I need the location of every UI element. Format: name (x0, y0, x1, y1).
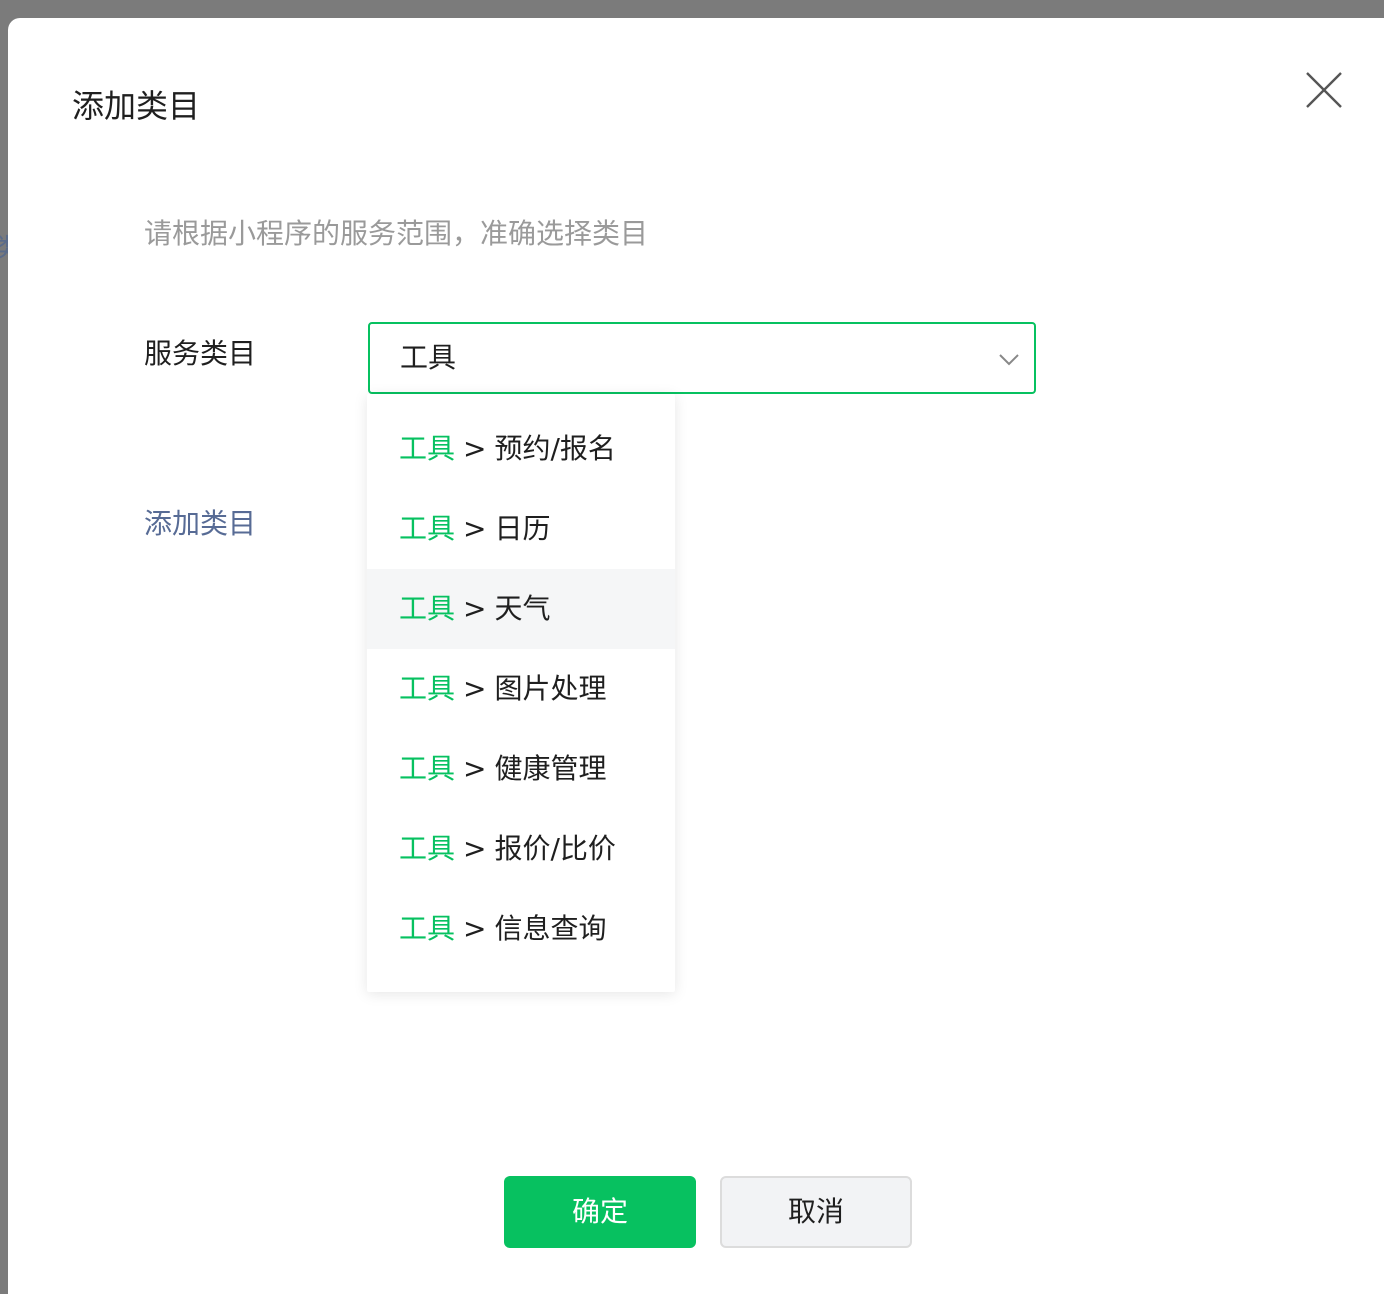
dropdown-option[interactable]: 工具 > 图片处理 (367, 649, 675, 729)
dropdown-option[interactable]: 工具 > 预约/报名 (367, 409, 675, 489)
close-button[interactable] (1304, 70, 1344, 110)
option-label: 报价/比价 (494, 832, 616, 865)
dropdown-option[interactable]: 工具 > 健康管理 (367, 729, 675, 809)
service-category-select[interactable]: 工具 (368, 322, 1036, 394)
option-separator: > (463, 512, 487, 545)
option-category-prefix: 工具 (399, 592, 456, 625)
option-category-prefix: 工具 (399, 512, 456, 545)
background-overlay: 类 (0, 0, 20, 1294)
option-label: 日历 (494, 512, 551, 545)
confirm-button[interactable]: 确定 (504, 1176, 696, 1248)
dropdown-option[interactable]: 工具 > 信息查询 (367, 889, 675, 969)
option-label: 图片处理 (494, 672, 607, 705)
option-label: 信息查询 (494, 912, 607, 945)
option-separator: > (463, 672, 487, 705)
option-label: 预约/报名 (494, 432, 616, 465)
option-label: 天气 (494, 592, 551, 625)
cancel-button[interactable]: 取消 (720, 1176, 912, 1248)
option-category-prefix: 工具 (399, 672, 456, 705)
option-separator: > (463, 592, 487, 625)
category-dropdown: 工具 > 预约/报名 工具 > 日历 工具 > 天气 工具 > 图片处理 工具 > 健康管理 工具 > 报价/比价… (367, 394, 675, 992)
option-separator: > (463, 752, 487, 785)
option-separator: > (463, 432, 487, 465)
chevron-down-icon (999, 354, 1019, 366)
option-category-prefix: 工具 (399, 752, 456, 785)
close-icon (1306, 72, 1342, 108)
add-category-dialog: 添加类目 请根据小程序的服务范围，准确选择类目 服务类目 工具 添加类目 工具 >… (8, 18, 1384, 1294)
hint-text: 请根据小程序的服务范围，准确选择类目 (144, 217, 649, 250)
add-category-link[interactable]: 添加类目 (144, 506, 256, 542)
option-label: 健康管理 (494, 752, 607, 785)
service-category-label: 服务类目 (144, 337, 257, 370)
option-separator: > (463, 912, 487, 945)
dropdown-option[interactable]: 工具 > 天气 (367, 569, 675, 649)
dropdown-option[interactable]: 工具 > 日历 (367, 489, 675, 569)
option-separator: > (463, 832, 487, 865)
option-category-prefix: 工具 (399, 912, 456, 945)
option-category-prefix: 工具 (399, 432, 456, 465)
dropdown-option[interactable]: 工具 > 报价/比价 (367, 809, 675, 889)
dropdown-list: 工具 > 预约/报名 工具 > 日历 工具 > 天气 工具 > 图片处理 工具 > 健康管理 工具 > 报价/比价… (367, 394, 675, 969)
select-value: 工具 (400, 341, 457, 374)
option-category-prefix: 工具 (399, 832, 456, 865)
dialog-title: 添加类目 (72, 87, 201, 125)
